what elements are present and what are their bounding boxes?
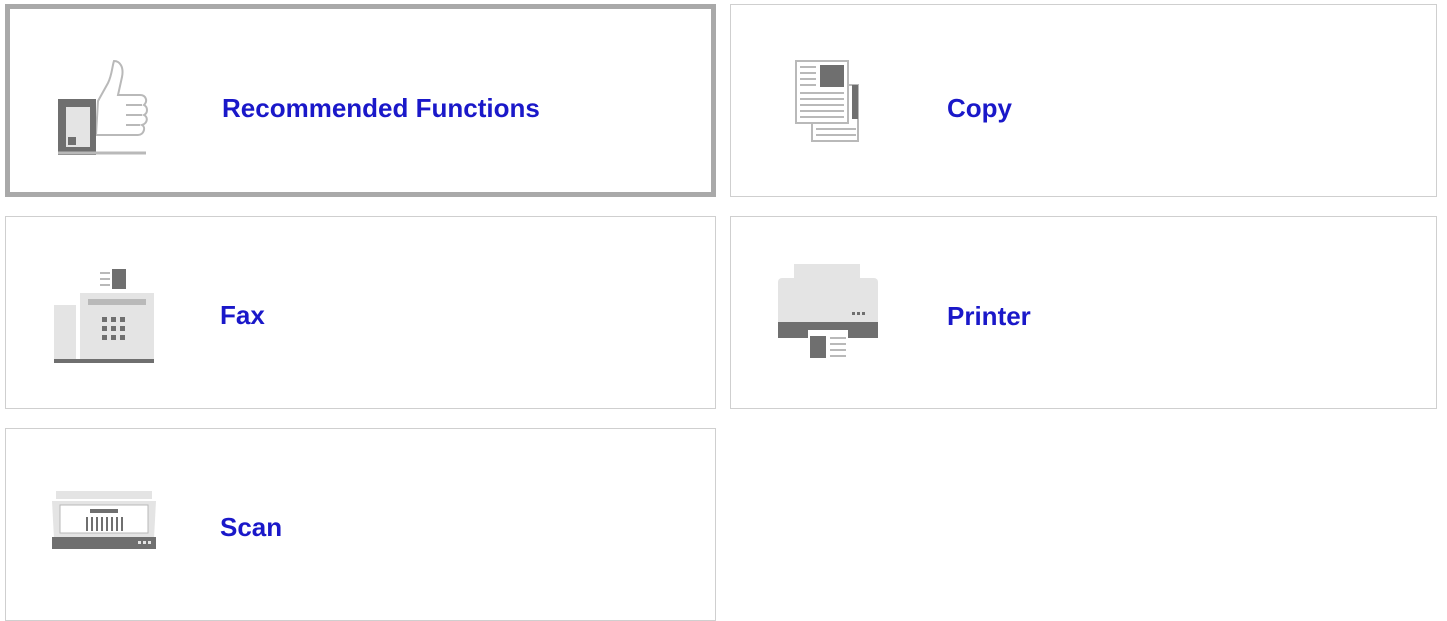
printer-icon bbox=[778, 264, 878, 360]
tile-label: Copy bbox=[947, 93, 1012, 123]
tile-label: Scan bbox=[220, 512, 283, 542]
tile-printer[interactable]: Printer bbox=[730, 216, 1437, 409]
tile-label: Printer bbox=[947, 301, 1031, 331]
tile-label: Fax bbox=[220, 300, 265, 330]
thumbs-up-icon bbox=[58, 59, 148, 155]
fax-machine-icon bbox=[54, 269, 154, 363]
tile-recommended-functions[interactable]: Recommended Functions bbox=[5, 4, 716, 197]
tile-scan[interactable]: Scan bbox=[5, 428, 716, 621]
copy-document-icon bbox=[795, 60, 859, 142]
tile-fax[interactable]: Fax bbox=[5, 216, 716, 409]
scanner-icon bbox=[52, 491, 156, 549]
tile-copy[interactable]: Copy bbox=[730, 4, 1437, 197]
tile-label: Recommended Functions bbox=[222, 93, 540, 123]
